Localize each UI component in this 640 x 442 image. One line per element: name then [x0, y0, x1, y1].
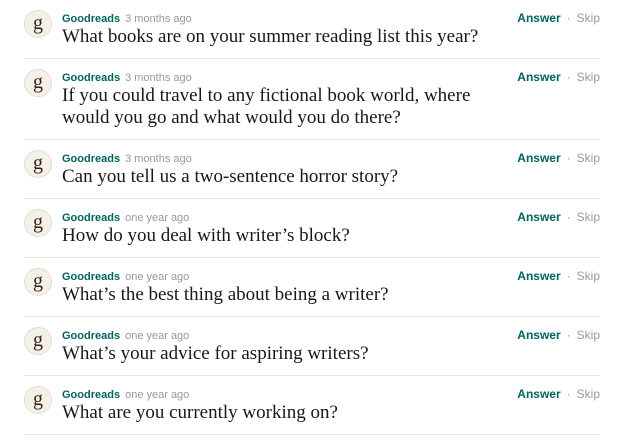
author-link[interactable]: Goodreads	[62, 271, 120, 283]
timestamp: one year ago	[125, 389, 190, 401]
question-actions: Answer · Skip	[517, 268, 600, 283]
answer-button[interactable]: Answer	[517, 210, 560, 224]
answer-button[interactable]: Answer	[517, 11, 560, 25]
author-link[interactable]: Goodreads	[62, 212, 120, 224]
question-meta: Goodreads 3 months ago	[62, 150, 192, 165]
question-actions: Answer · Skip	[517, 209, 600, 224]
avatar-letter: g	[33, 387, 43, 410]
author-link[interactable]: Goodreads	[62, 330, 120, 342]
separator-dot: ·	[566, 11, 571, 25]
skip-button[interactable]: Skip	[577, 210, 600, 224]
author-link[interactable]: Goodreads	[62, 72, 120, 84]
separator-dot: ·	[566, 151, 571, 165]
question-item: g Goodreads one year ago What’s the best …	[24, 268, 600, 317]
timestamp: one year ago	[125, 330, 190, 342]
separator-dot: ·	[566, 328, 571, 342]
timestamp: 3 months ago	[125, 13, 192, 25]
question-actions: Answer · Skip	[517, 150, 600, 165]
skip-button[interactable]: Skip	[577, 328, 600, 342]
skip-button[interactable]: Skip	[577, 151, 600, 165]
question-item: g Goodreads one year ago What are you cur…	[24, 386, 600, 435]
goodreads-g-icon[interactable]: g	[24, 327, 52, 355]
question-item: g Goodreads 3 months ago What books are o…	[24, 10, 600, 59]
question-text: What’s your advice for aspiring writers?	[62, 343, 369, 364]
question-actions: Answer · Skip	[517, 327, 600, 342]
separator-dot: ·	[566, 70, 571, 84]
question-text: Can you tell us a two-sentence horror st…	[62, 166, 399, 187]
timestamp: 3 months ago	[125, 153, 192, 165]
goodreads-g-icon[interactable]: g	[24, 10, 52, 38]
question-item: g Goodreads one year ago How do you deal …	[24, 209, 600, 258]
goodreads-g-icon[interactable]: g	[24, 150, 52, 178]
question-meta: Goodreads one year ago	[62, 209, 189, 224]
answer-button[interactable]: Answer	[517, 151, 560, 165]
avatar-letter: g	[33, 11, 43, 34]
answer-button[interactable]: Answer	[517, 269, 560, 283]
avatar-letter: g	[33, 210, 43, 233]
separator-dot: ·	[566, 269, 571, 283]
question-item: g Goodreads one year ago What’s your advi…	[24, 327, 600, 376]
skip-button[interactable]: Skip	[577, 387, 600, 401]
question-actions: Answer · Skip	[517, 386, 600, 401]
question-item: g Goodreads 3 months ago If you could tra…	[24, 69, 600, 140]
timestamp: one year ago	[125, 212, 190, 224]
question-meta: Goodreads 3 months ago	[62, 69, 192, 84]
avatar-letter: g	[33, 151, 43, 174]
question-meta: Goodreads one year ago	[62, 327, 189, 342]
goodreads-g-icon[interactable]: g	[24, 209, 52, 237]
goodreads-g-icon[interactable]: g	[24, 268, 52, 296]
author-link[interactable]: Goodreads	[62, 13, 120, 25]
question-text: How do you deal with writer’s block?	[62, 225, 350, 246]
question-text: If you could travel to any fictional boo…	[62, 85, 471, 128]
separator-dot: ·	[566, 210, 571, 224]
goodreads-g-icon[interactable]: g	[24, 386, 52, 414]
goodreads-g-icon[interactable]: g	[24, 69, 52, 97]
avatar-letter: g	[33, 269, 43, 292]
question-text: What books are on your summer reading li…	[62, 26, 479, 47]
question-actions: Answer · Skip	[517, 10, 600, 25]
question-text: What are you currently working on?	[62, 402, 338, 423]
skip-button[interactable]: Skip	[577, 11, 600, 25]
question-text: What’s the best thing about being a writ…	[62, 284, 389, 305]
author-link[interactable]: Goodreads	[62, 153, 120, 165]
separator-dot: ·	[566, 387, 571, 401]
author-link[interactable]: Goodreads	[62, 389, 120, 401]
question-meta: Goodreads 3 months ago	[62, 10, 192, 25]
skip-button[interactable]: Skip	[577, 70, 600, 84]
timestamp: 3 months ago	[125, 72, 192, 84]
timestamp: one year ago	[125, 271, 190, 283]
question-meta: Goodreads one year ago	[62, 268, 189, 283]
answer-button[interactable]: Answer	[517, 328, 560, 342]
question-meta: Goodreads one year ago	[62, 386, 189, 401]
answer-button[interactable]: Answer	[517, 387, 560, 401]
skip-button[interactable]: Skip	[577, 269, 600, 283]
question-actions: Answer · Skip	[517, 69, 600, 84]
avatar-letter: g	[33, 70, 43, 93]
answer-button[interactable]: Answer	[517, 70, 560, 84]
question-item: g Goodreads 3 months ago Can you tell us …	[24, 150, 600, 199]
avatar-letter: g	[33, 328, 43, 351]
